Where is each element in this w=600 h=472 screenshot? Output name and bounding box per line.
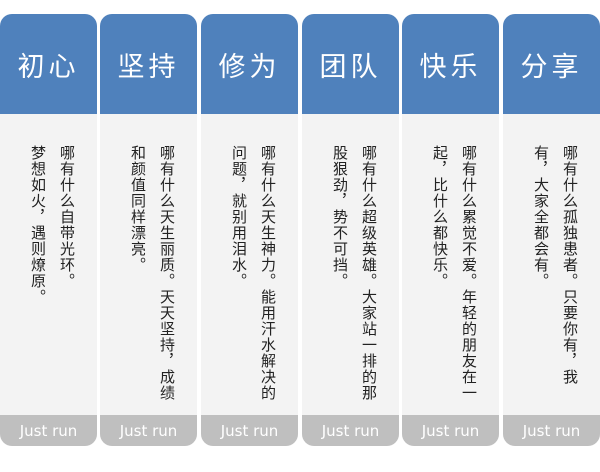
card-title: 快乐 [402, 14, 499, 114]
card-text-line: 梦想如火，遇则燎原。 [29, 145, 47, 305]
card-footer: Just run [0, 415, 97, 446]
card-text-line: 股狠劲，势不可挡。 [331, 145, 349, 289]
card-row: 初心 哪有什么自带光环。 梦想如火，遇则燎原。 Just run 坚持 哪有什么… [0, 0, 600, 472]
card-text-line: 哪有什么超级英雄。大家站一排的那 [360, 145, 378, 401]
card-text-line: 起，比什么都快乐。 [431, 145, 449, 289]
card-fenxiang: 分享 哪有什么孤独患者。只要你有，我 有，大家全都会有。 Just run [503, 14, 600, 446]
card-jianchi: 坚持 哪有什么天生丽质。天天坚持，成绩 和颜值同样漂亮。 Just run [100, 14, 197, 446]
card-text-line: 有，大家全都会有。 [532, 145, 550, 289]
card-footer: Just run [201, 415, 298, 446]
card-body: 哪有什么自带光环。 梦想如火，遇则燎原。 [0, 114, 97, 414]
card-text-line: 和颜值同样漂亮。 [129, 145, 147, 273]
card-footer: Just run [503, 415, 600, 446]
card-body: 哪有什么天生神力。能用汗水解决的 问题，就别用泪水。 [201, 114, 298, 414]
card-title: 坚持 [100, 14, 197, 114]
card-footer: Just run [302, 415, 399, 446]
card-body: 哪有什么超级英雄。大家站一排的那 股狠劲，势不可挡。 [302, 114, 399, 414]
card-xiuwei: 修为 哪有什么天生神力。能用汗水解决的 问题，就别用泪水。 Just run [201, 14, 298, 446]
card-body: 哪有什么累觉不爱。年轻的朋友在一 起，比什么都快乐。 [402, 114, 499, 414]
card-kuaile: 快乐 哪有什么累觉不爱。年轻的朋友在一 起，比什么都快乐。 Just run [402, 14, 499, 446]
card-footer: Just run [402, 415, 499, 446]
card-footer: Just run [100, 415, 197, 446]
card-title: 初心 [0, 14, 97, 114]
card-title: 团队 [302, 14, 399, 114]
card-text-line: 哪有什么天生神力。能用汗水解决的 [259, 145, 277, 401]
card-text-line: 问题，就别用泪水。 [230, 145, 248, 289]
card-body: 哪有什么天生丽质。天天坚持，成绩 和颜值同样漂亮。 [100, 114, 197, 414]
card-text-line: 哪有什么累觉不爱。年轻的朋友在一 [460, 145, 478, 401]
card-title: 分享 [503, 14, 600, 114]
card-text-line: 哪有什么自带光环。 [58, 145, 76, 289]
card-text-line: 哪有什么孤独患者。只要你有，我 [561, 145, 579, 385]
card-title: 修为 [201, 14, 298, 114]
card-chuxin: 初心 哪有什么自带光环。 梦想如火，遇则燎原。 Just run [0, 14, 97, 446]
card-text-line: 哪有什么天生丽质。天天坚持，成绩 [158, 145, 176, 401]
card-body: 哪有什么孤独患者。只要你有，我 有，大家全都会有。 [503, 114, 600, 414]
card-tuandui: 团队 哪有什么超级英雄。大家站一排的那 股狠劲，势不可挡。 Just run [302, 14, 399, 446]
